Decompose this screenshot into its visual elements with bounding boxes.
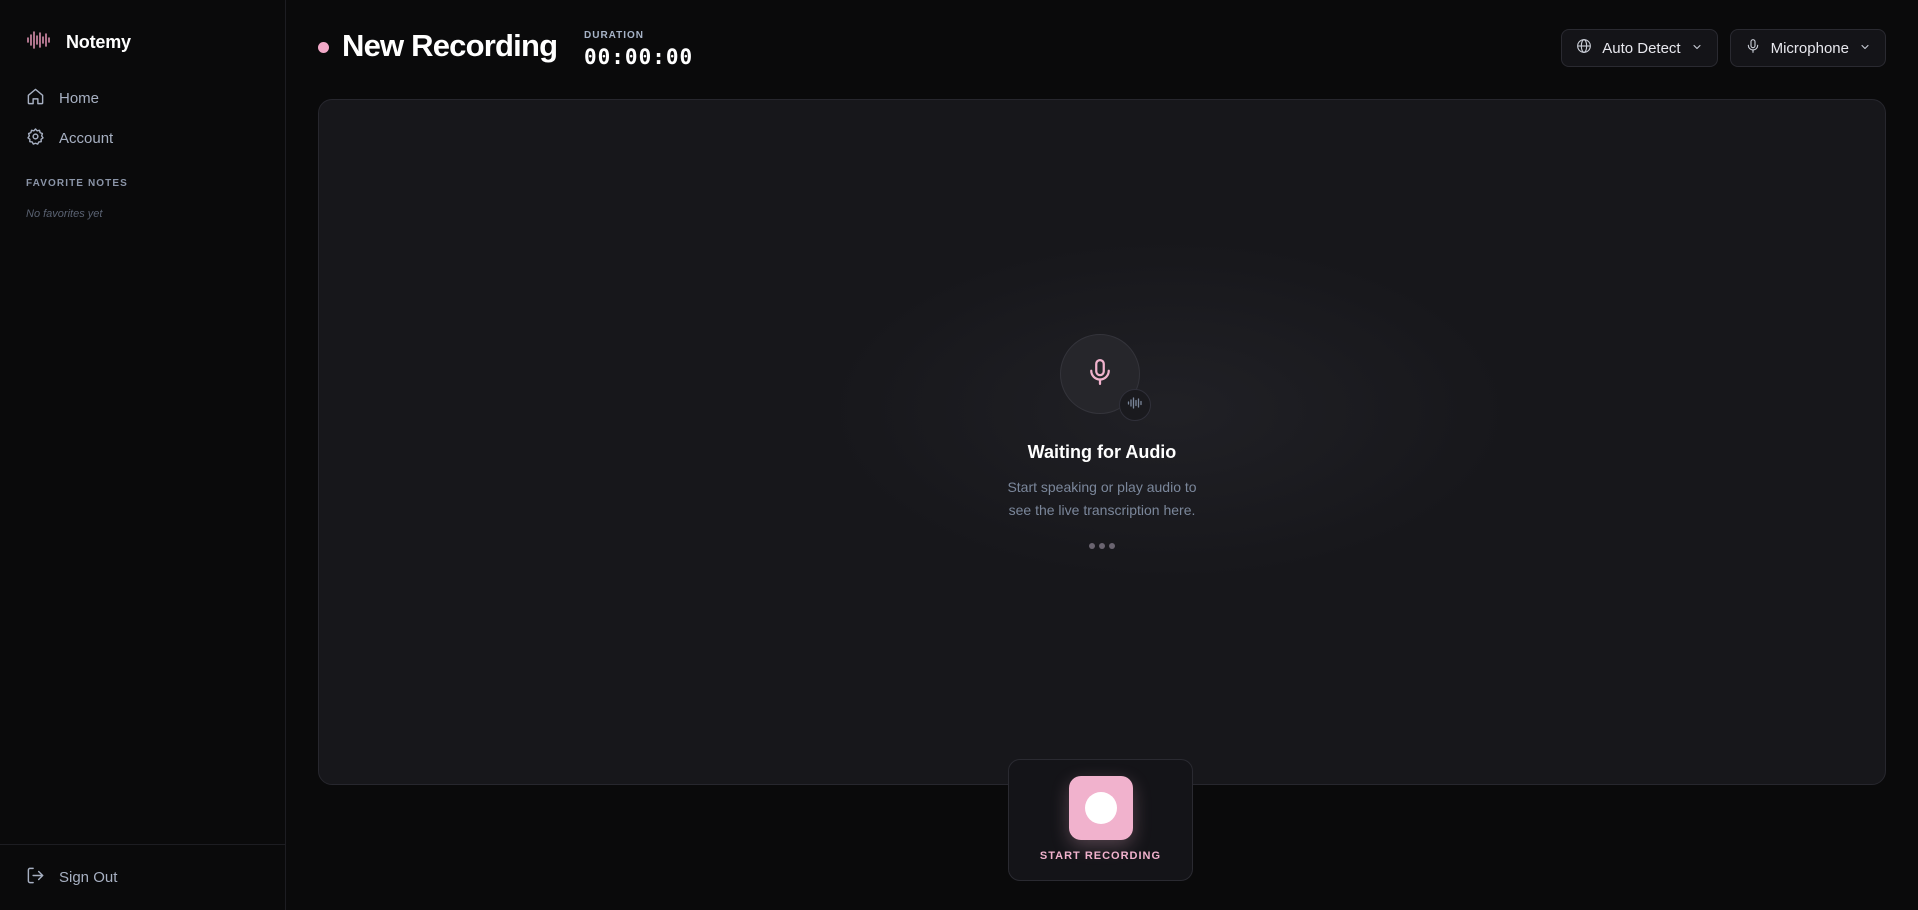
sidebar: Notemy Home Account FAVORITE NOTES No fa… <box>0 0 286 910</box>
language-select-value: Auto Detect <box>1602 39 1681 57</box>
waiting-title: Waiting for Audio <box>1027 442 1177 462</box>
sidebar-nav: Home Account <box>0 78 285 158</box>
sign-out-label: Sign Out <box>59 869 118 886</box>
duration-value: 00:00:00 <box>584 45 694 69</box>
microphone-icon <box>1745 38 1761 58</box>
chevron-down-icon <box>1859 40 1871 57</box>
sidebar-item-account[interactable]: Account <box>0 118 285 158</box>
waiting-description: Start speaking or play audio to see the … <box>319 476 1885 522</box>
start-recording-card[interactable]: START RECORDING <box>1008 759 1193 881</box>
panel-glow <box>769 210 1569 610</box>
record-dot-icon <box>1084 792 1117 824</box>
sign-out-icon <box>26 866 45 889</box>
language-select[interactable]: Auto Detect <box>1561 29 1718 67</box>
sidebar-item-home[interactable]: Home <box>0 78 285 118</box>
recording-status-dot <box>318 42 329 53</box>
main-content: New Recording DURATION 00:00:00 Auto Det… <box>286 0 1918 910</box>
start-recording-button[interactable] <box>1068 776 1133 840</box>
favorites-heading: FAVORITE NOTES <box>26 178 128 189</box>
header-controls: Auto Detect Microphone <box>1561 29 1886 67</box>
app-root: Notemy Home Account FAVORITE NOTES No fa… <box>0 0 1918 910</box>
chevron-down-icon <box>1691 40 1703 57</box>
duration-label: DURATION <box>584 30 645 41</box>
brand-name: Notemy <box>66 31 131 52</box>
audio-input-select[interactable]: Microphone <box>1729 29 1886 67</box>
transcription-panel: Waiting for Audio Start speaking or play… <box>318 99 1886 785</box>
home-icon <box>26 87 45 110</box>
favorites-empty-text: No favorites yet <box>26 208 103 220</box>
audio-input-select-value: Microphone <box>1770 39 1849 57</box>
duration-display: DURATION 00:00:00 <box>584 30 693 69</box>
loading-dot <box>1099 543 1105 549</box>
gear-icon <box>26 127 45 150</box>
brand[interactable]: Notemy <box>0 0 285 60</box>
waveform-logo-icon <box>26 30 52 55</box>
waiting-description-line: Start speaking or play audio to <box>1007 479 1197 495</box>
sidebar-item-label: Account <box>59 129 114 147</box>
start-recording-label: START RECORDING <box>1039 850 1162 862</box>
page-title: New Recording <box>342 28 558 63</box>
loading-dot <box>1089 543 1095 549</box>
audio-wave-icon <box>1127 396 1143 414</box>
waiting-description-line: see the live transcription here. <box>1008 502 1196 518</box>
loading-dots <box>1089 543 1115 549</box>
loading-dot <box>1109 543 1115 549</box>
sidebar-item-label: Home <box>59 89 100 107</box>
microphone-icon <box>1085 357 1115 392</box>
globe-icon <box>1576 38 1592 58</box>
audio-wave-badge <box>1119 389 1151 421</box>
sign-out-button[interactable]: Sign Out <box>0 844 285 910</box>
page-header: New Recording DURATION 00:00:00 Auto Det… <box>318 28 1886 69</box>
